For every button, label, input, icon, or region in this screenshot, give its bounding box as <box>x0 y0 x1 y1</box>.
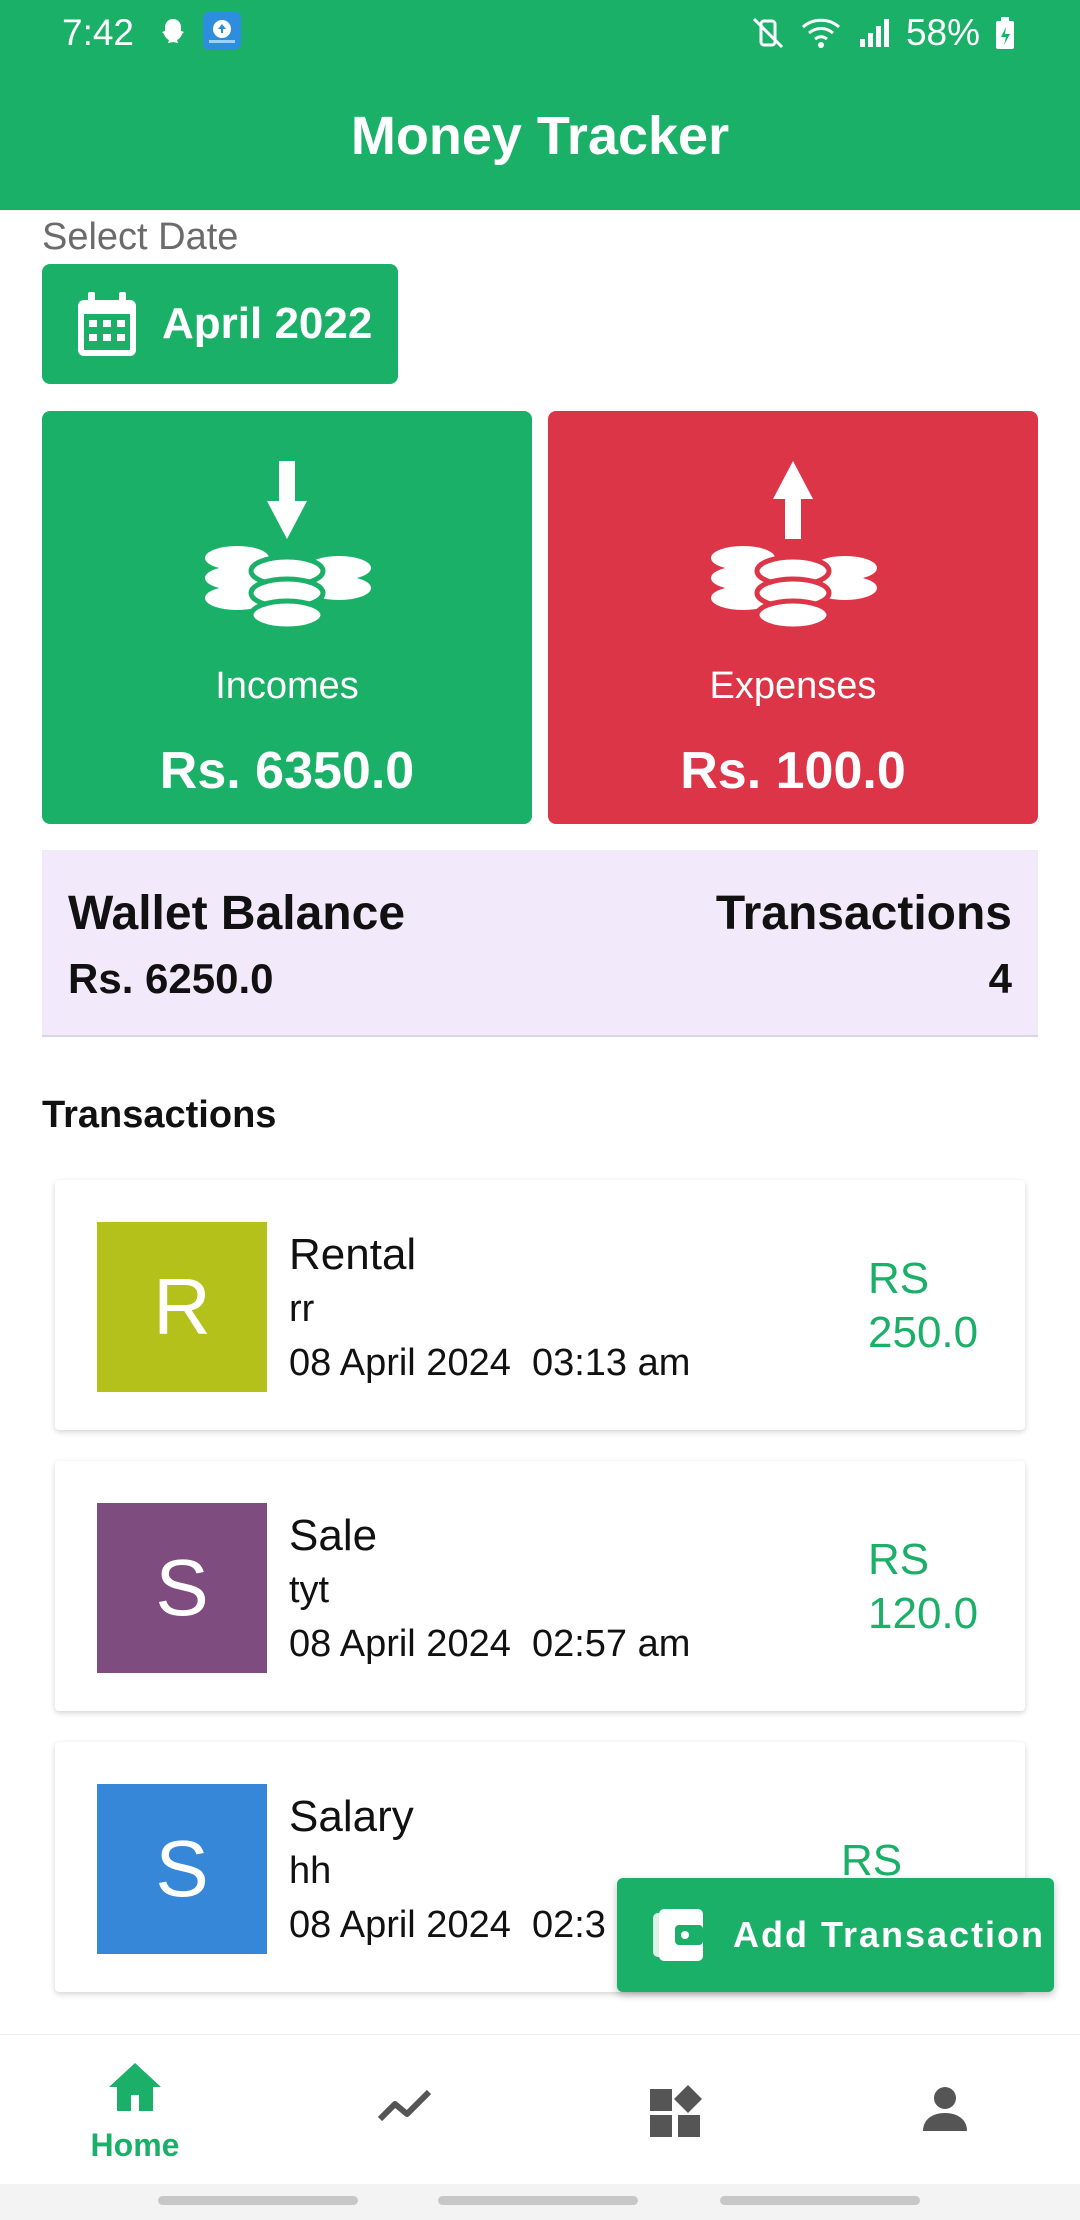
transaction-amount-value: 250.0 <box>868 1308 979 1357</box>
income-label: Incomes <box>215 665 359 707</box>
signal-icon <box>859 19 889 47</box>
gesture-pill <box>720 2196 920 2205</box>
income-card[interactable]: Incomes Rs. 6350.0 <box>42 411 532 824</box>
transaction-avatar: S <box>97 1503 267 1673</box>
date-picker-button[interactable]: April 2022 <box>42 264 398 384</box>
wallet-balance-value: Rs. 6250.0 <box>68 955 274 1002</box>
transaction-amount-value: 120.0 <box>868 1589 979 1638</box>
expense-label: Expenses <box>709 665 877 707</box>
transaction-currency: RS <box>868 1254 930 1303</box>
transaction-category: Rental <box>289 1230 417 1279</box>
transaction-avatar: R <box>97 1222 267 1392</box>
transaction-count-value: 4 <box>988 955 1012 1002</box>
add-transaction-button[interactable]: Add Transaction <box>617 1878 1054 1992</box>
bottom-navigation: Home <box>0 2034 1080 2185</box>
app-header: 7:42 58% Money Tracker <box>0 0 1080 210</box>
mute-vibrate-icon <box>752 17 783 49</box>
status-bar: 7:42 58% <box>0 0 1080 66</box>
trending-icon <box>377 2089 432 2122</box>
income-amount: Rs. 6350.0 <box>159 742 415 800</box>
select-date-label: Select Date <box>42 216 239 258</box>
battery-percent: 58% <box>905 12 980 53</box>
nav-statistics[interactable] <box>270 2035 540 2185</box>
calendar-icon <box>78 292 136 356</box>
home-icon <box>109 2063 161 2111</box>
nav-home-label: Home <box>90 2127 180 2163</box>
expense-card[interactable]: Expenses Rs. 100.0 <box>548 411 1038 824</box>
coins-down-icon <box>205 461 371 632</box>
transaction-date: 08 April 2024 02:3 <box>289 1904 606 1946</box>
transaction-currency: RS <box>868 1535 930 1584</box>
transaction-amount: RS 120.0 <box>868 1533 978 1641</box>
selected-date: April 2022 <box>162 299 373 348</box>
gesture-bar <box>0 2184 1080 2220</box>
transaction-item[interactable]: S Sale tyt 08 April 2024 02:57 am RS 120… <box>55 1461 1025 1711</box>
transaction-item[interactable]: R Rental rr 08 April 2024 03:13 am RS 25… <box>55 1180 1025 1430</box>
status-icons: 58% <box>750 12 1016 54</box>
battery-icon <box>996 17 1014 49</box>
wallet-summary: Wallet Balance Rs. 6250.0 Transactions 4 <box>42 850 1038 1037</box>
wallet-icon <box>653 1909 703 1961</box>
snapchat-icon <box>162 19 184 43</box>
transaction-avatar: S <box>97 1784 267 1954</box>
transaction-date: 08 April 2024 02:57 am <box>289 1623 691 1665</box>
gesture-pill <box>158 2196 358 2205</box>
transaction-amount: RS 250.0 <box>868 1252 978 1360</box>
transaction-note: tyt <box>289 1569 330 1611</box>
transaction-category: Sale <box>289 1511 378 1560</box>
expense-amount: Rs. 100.0 <box>680 742 906 800</box>
transactions-section-title: Transactions <box>42 1094 277 1136</box>
status-time: 7:42 <box>62 12 135 53</box>
add-transaction-label: Add Transaction <box>733 1914 1046 1955</box>
transaction-note: hh <box>289 1850 332 1892</box>
nav-profile[interactable] <box>810 2035 1080 2185</box>
transaction-count-label: Transactions <box>715 887 1012 940</box>
coins-up-icon <box>711 461 877 632</box>
transaction-category: Salary <box>289 1792 414 1841</box>
nav-home[interactable]: Home <box>0 2035 270 2185</box>
widgets-icon <box>650 2085 702 2137</box>
wifi-icon <box>801 18 840 48</box>
wallet-balance-label: Wallet Balance <box>68 887 406 940</box>
transaction-date: 08 April 2024 03:13 am <box>289 1342 691 1384</box>
gesture-pill <box>438 2196 638 2205</box>
person-icon <box>923 2087 967 2131</box>
transaction-note: rr <box>289 1288 315 1330</box>
cloud-upload-icon <box>203 12 241 50</box>
nav-categories[interactable] <box>540 2035 810 2185</box>
app-title: Money Tracker <box>350 106 730 166</box>
